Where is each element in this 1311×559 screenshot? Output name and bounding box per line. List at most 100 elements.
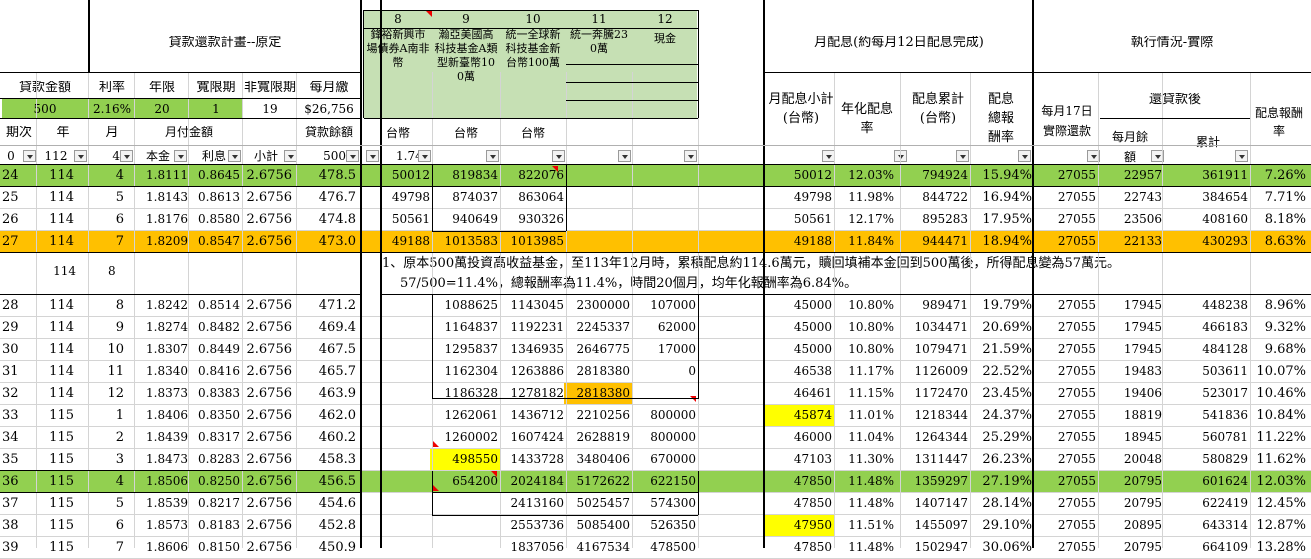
cell-y[interactable]: 115 <box>38 431 74 444</box>
cell-f9[interactable]: 1162304 <box>432 365 498 377</box>
cell-ds[interactable]: 45874 <box>766 409 832 421</box>
cell-f10[interactable]: 1192231 <box>500 321 564 333</box>
cell-ar[interactable]: 12.17% <box>836 213 894 225</box>
filter-button-period[interactable] <box>23 150 36 162</box>
cell-tr[interactable]: 28.14% <box>970 497 1032 510</box>
cell-p[interactable]: 25 <box>2 191 36 204</box>
cell-cum[interactable]: 1218344 <box>902 409 968 421</box>
filter-button-month[interactable] <box>120 150 133 162</box>
cell-p[interactable]: 27 <box>2 235 36 248</box>
cell-mb[interactable]: 22743 <box>1100 191 1162 203</box>
cell-rp[interactable]: 27055 <box>1036 299 1096 311</box>
cell-f11[interactable]: 2300000 <box>566 299 630 311</box>
cell-ar[interactable]: 11.48% <box>836 475 894 487</box>
cell-ar[interactable]: 11.15% <box>836 387 894 399</box>
cell-y[interactable]: 114 <box>38 365 74 378</box>
cell-rp[interactable]: 27055 <box>1036 519 1096 531</box>
cell-m[interactable]: 5 <box>90 191 124 204</box>
cell-st[interactable]: 2.6756 <box>242 235 293 248</box>
cell-st[interactable]: 2.6756 <box>242 365 293 378</box>
cell-pr[interactable]: 1.8111 <box>136 169 188 181</box>
cell-p[interactable]: 34 <box>2 431 36 444</box>
cell-f12[interactable]: 526350 <box>632 519 696 531</box>
cell-rr[interactable]: 12.03% <box>1252 475 1306 488</box>
cell-p[interactable]: 28 <box>2 299 36 312</box>
cell-mb[interactable]: 20895 <box>1100 519 1162 531</box>
cell-p[interactable]: 32 <box>2 387 36 400</box>
cell-st[interactable]: 2.6756 <box>242 343 293 356</box>
cell-rp[interactable]: 27055 <box>1036 409 1096 421</box>
cell-bal[interactable]: 458.3 <box>298 453 356 466</box>
cell-ds[interactable]: 50012 <box>766 169 832 181</box>
cell-f8[interactable]: 50561 <box>366 213 430 225</box>
cell-f12[interactable]: 574300 <box>632 497 696 509</box>
cell-f12[interactable]: 107000 <box>632 299 696 311</box>
cell-ds[interactable]: 49188 <box>766 235 832 247</box>
cell-pr[interactable]: 1.8242 <box>136 299 188 311</box>
cell-ds[interactable]: 47103 <box>766 453 832 465</box>
cell-cb[interactable]: 664109 <box>1164 541 1248 553</box>
cell-y[interactable]: 115 <box>38 497 74 510</box>
filter-button-year[interactable] <box>74 150 87 162</box>
cell-rr[interactable]: 9.68% <box>1252 343 1306 356</box>
filter-button-extra[interactable] <box>366 150 379 162</box>
cell-cum[interactable]: 989471 <box>902 299 968 311</box>
filter-button-fund-12[interactable] <box>684 150 697 162</box>
cell-rr[interactable]: 8.63% <box>1252 235 1306 248</box>
filter-button-balance[interactable] <box>346 150 359 162</box>
filter-button-div-total[interactable] <box>1018 150 1031 162</box>
cell-bal[interactable]: 467.5 <box>298 343 356 356</box>
filter-button-fund-11[interactable] <box>618 150 631 162</box>
cell-cb[interactable]: 580829 <box>1164 453 1248 465</box>
cell-m[interactable]: 5 <box>90 497 124 510</box>
cell-bal[interactable]: 460.2 <box>298 431 356 444</box>
cell-ar[interactable]: 10.80% <box>836 299 894 311</box>
cell-cb[interactable]: 523017 <box>1164 387 1248 399</box>
cell-f10[interactable]: 1143045 <box>500 299 564 311</box>
cell-cum[interactable]: 895283 <box>902 213 968 225</box>
cell-rp[interactable]: 27055 <box>1036 387 1096 399</box>
cell-rp[interactable]: 27055 <box>1036 235 1096 247</box>
filter-button-exec-cum[interactable] <box>1235 150 1248 162</box>
cell-cb[interactable]: 361911 <box>1164 169 1248 181</box>
cell-rr[interactable]: 7.71% <box>1252 191 1306 204</box>
cell-st[interactable]: 2.6756 <box>242 431 293 444</box>
cell-f9[interactable]: 1088625 <box>432 299 498 311</box>
cell-mb[interactable]: 22957 <box>1100 169 1162 181</box>
cell-rp[interactable]: 27055 <box>1036 497 1096 509</box>
cell-rp[interactable]: 27055 <box>1036 343 1096 355</box>
cell-y[interactable]: 114 <box>38 213 74 226</box>
cell-f8[interactable]: 50012 <box>366 169 430 181</box>
cell-f12[interactable]: 0 <box>632 365 696 377</box>
cell-f9[interactable]: 1260002 <box>432 431 498 443</box>
cell-f11[interactable]: 4167534 <box>566 541 630 553</box>
cell-y[interactable]: 115 <box>38 519 74 532</box>
cell-bal[interactable]: 456.5 <box>298 475 356 488</box>
cell-p[interactable]: 31 <box>2 365 36 378</box>
cell-it[interactable]: 0.8580 <box>190 213 240 225</box>
cell-tr[interactable]: 17.95% <box>970 213 1032 226</box>
cell-ar[interactable]: 11.01% <box>836 409 894 421</box>
cell-cb[interactable]: 601624 <box>1164 475 1248 487</box>
cell-tr[interactable]: 29.10% <box>970 519 1032 532</box>
cell-ds[interactable]: 47850 <box>766 541 832 553</box>
cell-mb[interactable]: 20048 <box>1100 453 1162 465</box>
cell-f11[interactable]: 2210256 <box>566 409 630 421</box>
cell-f9[interactable]: 1295837 <box>432 343 498 355</box>
cell-rr[interactable]: 9.32% <box>1252 321 1306 334</box>
cell-rp[interactable]: 27055 <box>1036 453 1096 465</box>
cell-cb[interactable]: 408160 <box>1164 213 1248 225</box>
cell-f10[interactable]: 2413160 <box>500 497 564 509</box>
cell-rr[interactable]: 10.46% <box>1252 387 1306 400</box>
cell-ar[interactable]: 12.03% <box>836 169 894 181</box>
cell-f10[interactable]: 1837056 <box>500 541 564 553</box>
cell-f12[interactable]: 62000 <box>632 321 696 333</box>
cell-cum[interactable]: 1126009 <box>902 365 968 377</box>
cell-cum[interactable]: 1034471 <box>902 321 968 333</box>
cell-cum[interactable]: 944471 <box>902 235 968 247</box>
cell-p[interactable]: 24 <box>2 169 36 182</box>
cell-tr[interactable]: 19.79% <box>970 299 1032 312</box>
cell-y[interactable]: 114 <box>38 235 74 248</box>
cell-cb[interactable]: 541836 <box>1164 409 1248 421</box>
cell-m[interactable]: 12 <box>90 387 124 400</box>
